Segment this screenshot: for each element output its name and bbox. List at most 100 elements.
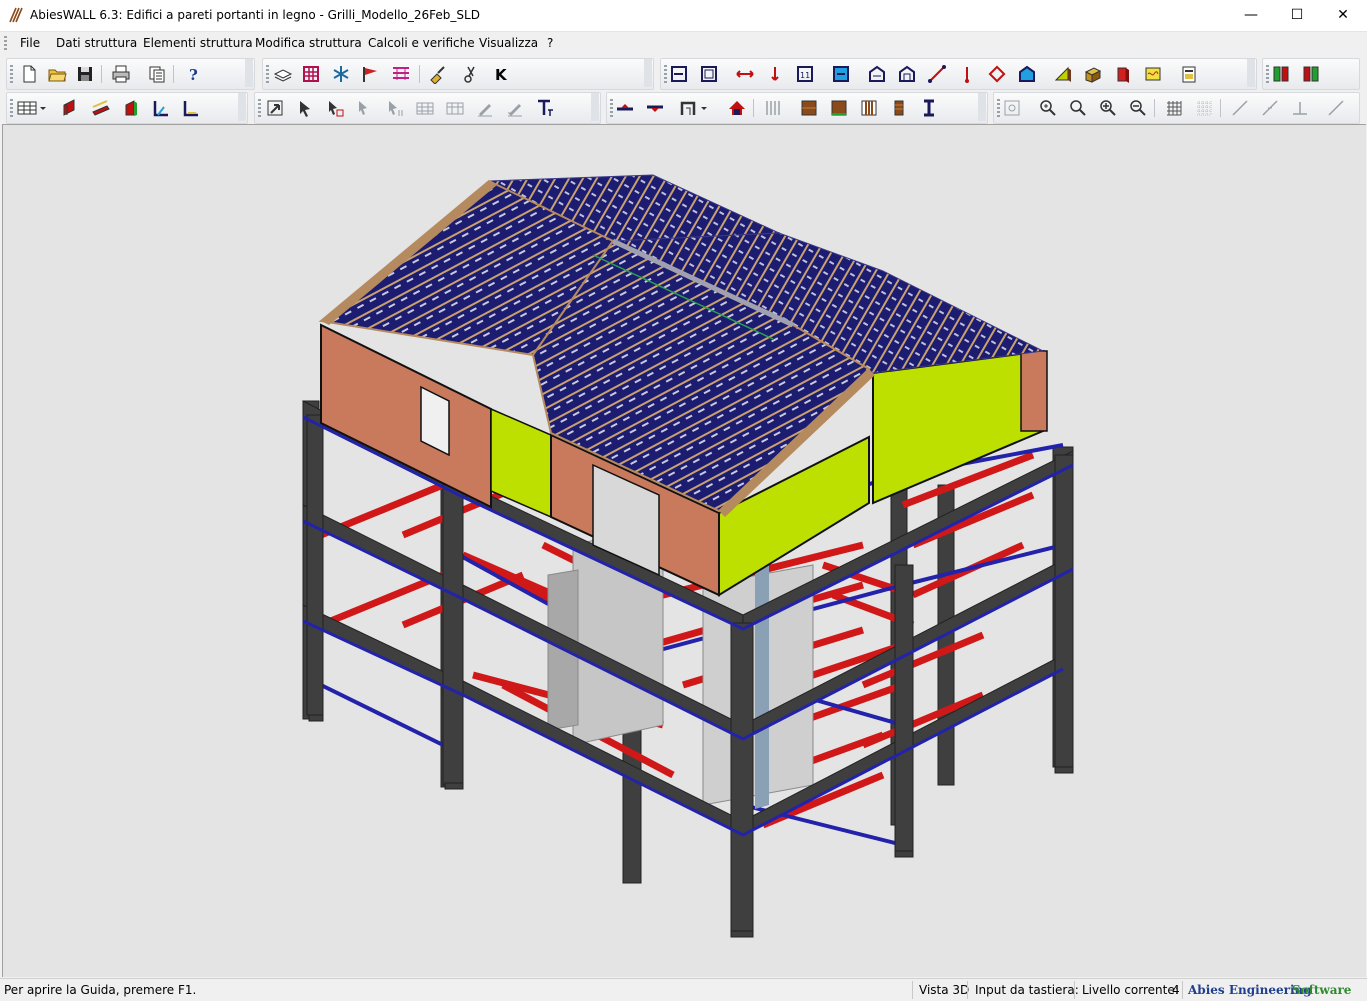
wind-icon[interactable]: [361, 64, 381, 84]
print-icon[interactable]: [111, 64, 131, 84]
toolbar-chevron[interactable]: [591, 93, 599, 121]
toolbar-grip[interactable]: [1266, 65, 1269, 83]
table-grey2-icon[interactable]: [445, 98, 465, 118]
toolbar-chevron[interactable]: [978, 93, 986, 121]
wall-green-icon[interactable]: [829, 98, 849, 118]
solid-yellow-icon[interactable]: [1053, 64, 1073, 84]
rotate-icon[interactable]: [987, 64, 1007, 84]
close-button[interactable]: ✕: [1320, 0, 1366, 31]
pointer-icon[interactable]: [295, 98, 315, 118]
toolbar-grip[interactable]: [10, 99, 13, 117]
status-view-mode: Vista 3D: [919, 983, 970, 997]
toolbar-grip[interactable]: [997, 99, 1000, 117]
report-icon[interactable]: [1179, 64, 1199, 84]
new-icon[interactable]: [19, 64, 39, 84]
k-icon[interactable]: K: [491, 64, 511, 84]
menu-elementi-struttura[interactable]: Elementi struttura: [143, 36, 253, 50]
beam-red-icon[interactable]: [61, 98, 81, 118]
3d-viewport[interactable]: [2, 124, 1366, 977]
columns-grey-icon[interactable]: [763, 98, 783, 118]
toolbar-grip[interactable]: [266, 65, 269, 83]
snowflake-icon[interactable]: [331, 64, 351, 84]
menu-help[interactable]: ?: [547, 36, 553, 50]
angle-blue-icon[interactable]: [151, 98, 171, 118]
point-load-icon[interactable]: [957, 64, 977, 84]
frame-icon[interactable]: [699, 64, 719, 84]
toolbar-chevron[interactable]: [238, 93, 246, 121]
frame-dropdown-icon[interactable]: [679, 98, 709, 118]
zoom-out-icon[interactable]: [1128, 98, 1148, 118]
select-arrow-icon[interactable]: [265, 98, 285, 118]
zoom-previous-icon[interactable]: [1068, 98, 1088, 118]
wall-brown-icon[interactable]: [799, 98, 819, 118]
ibeam-icon[interactable]: [919, 98, 939, 118]
pen-grey2-icon[interactable]: [505, 98, 525, 118]
toolbar-grip[interactable]: [10, 65, 13, 83]
menu-dati-struttura[interactable]: Dati struttura: [56, 36, 137, 50]
pointer-multi-icon[interactable]: [385, 98, 405, 118]
text-icon[interactable]: [535, 98, 555, 118]
split-green-icon[interactable]: [1271, 64, 1291, 84]
house-red-icon[interactable]: [727, 98, 747, 118]
number-frame-icon[interactable]: 11: [795, 64, 815, 84]
wall-insert-icon[interactable]: [669, 64, 689, 84]
line-mid-icon[interactable]: [1260, 98, 1280, 118]
open-icon[interactable]: [47, 64, 67, 84]
toolbar-chevron[interactable]: [644, 59, 652, 87]
house-blue-icon[interactable]: [1017, 64, 1037, 84]
split-red-icon[interactable]: [1301, 64, 1321, 84]
menu-calcoli-verifiche[interactable]: Calcoli e verifiche: [368, 36, 475, 50]
scissors-icon[interactable]: [461, 64, 481, 84]
menu-file[interactable]: File: [20, 36, 40, 50]
roof-icon[interactable]: [867, 64, 887, 84]
load-icon[interactable]: [391, 64, 411, 84]
toolbar-row-1: ? K 11: [0, 56, 1367, 90]
diagonal-icon[interactable]: [927, 64, 947, 84]
minimize-button[interactable]: —: [1228, 0, 1274, 31]
solid-red-icon[interactable]: [1113, 64, 1133, 84]
wall-stripes-icon[interactable]: [859, 98, 879, 118]
toolbar-chevron[interactable]: [1247, 59, 1255, 87]
angle-yellow-icon[interactable]: [181, 98, 201, 118]
table-dropdown-icon[interactable]: [17, 98, 47, 118]
menu-visualizza[interactable]: Visualizza: [479, 36, 538, 50]
help-icon[interactable]: ?: [183, 64, 203, 84]
brush-icon[interactable]: [427, 64, 447, 84]
perpendicular-icon[interactable]: [1290, 98, 1310, 118]
line-end-icon[interactable]: [1326, 98, 1346, 118]
zoom-window-icon[interactable]: [1038, 98, 1058, 118]
dimension-icon[interactable]: [735, 64, 755, 84]
zoom-fit-icon[interactable]: [1002, 98, 1022, 118]
slab-red-icon[interactable]: [91, 98, 111, 118]
toolbar-grip[interactable]: [664, 65, 667, 83]
house-icon[interactable]: [897, 64, 917, 84]
table-grey-icon[interactable]: [415, 98, 435, 118]
line-tool-icon[interactable]: [1230, 98, 1250, 118]
wall-tall-icon[interactable]: [889, 98, 909, 118]
pointer-box-icon[interactable]: [325, 98, 345, 118]
wall-panel-icon[interactable]: [831, 64, 851, 84]
wave-icon[interactable]: [1143, 64, 1163, 84]
plane-down-icon[interactable]: [645, 98, 665, 118]
pointer-disabled-icon[interactable]: [355, 98, 375, 118]
grid-icon[interactable]: [301, 64, 321, 84]
menu-modifica-struttura[interactable]: Modifica struttura: [255, 36, 362, 50]
save-icon[interactable]: [75, 64, 95, 84]
vertical-load-icon[interactable]: [765, 64, 785, 84]
grid-dots-icon[interactable]: [1194, 98, 1214, 118]
menu-grip[interactable]: [4, 36, 7, 50]
toolbar-grip[interactable]: [258, 99, 261, 117]
maximize-button[interactable]: ☐: [1274, 0, 1320, 31]
pen-grey-icon[interactable]: [475, 98, 495, 118]
column-red-icon[interactable]: [121, 98, 141, 118]
copy-icon[interactable]: [147, 64, 167, 84]
window-title: AbiesWALL 6.3: Edifici a pareti portanti…: [30, 8, 480, 22]
layers-icon[interactable]: [273, 64, 293, 84]
toolbar-chevron[interactable]: [245, 59, 253, 87]
status-bar: Per aprire la Guida, premere F1. Vista 3…: [0, 978, 1367, 1001]
toolbar-grip[interactable]: [610, 99, 613, 117]
zoom-in-icon[interactable]: [1098, 98, 1118, 118]
plane-up-icon[interactable]: [615, 98, 635, 118]
grid-toggle-icon[interactable]: [1164, 98, 1184, 118]
solid-box-icon[interactable]: [1083, 64, 1103, 84]
